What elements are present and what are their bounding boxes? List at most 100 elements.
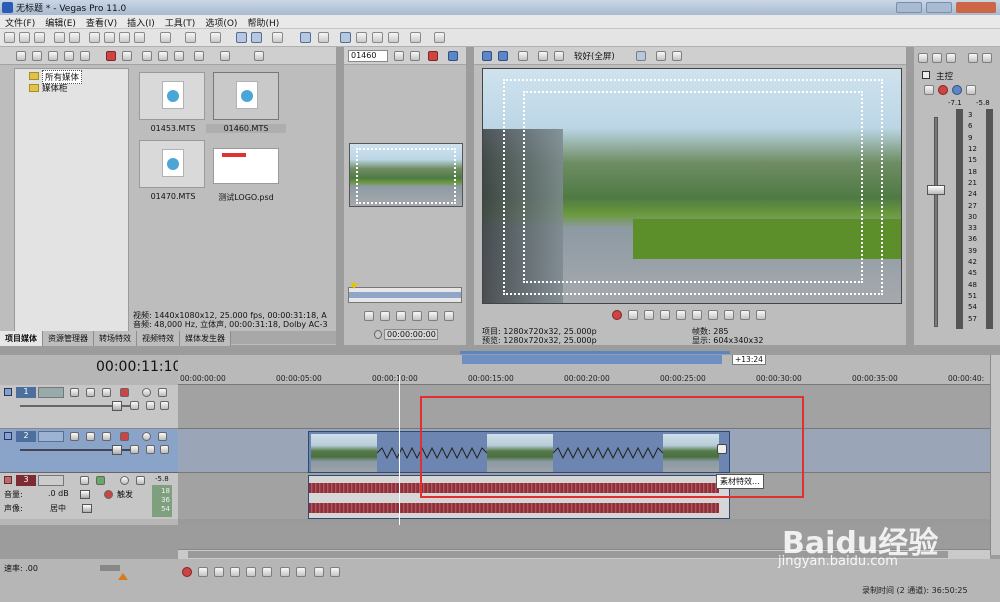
remove-icon[interactable] — [106, 51, 116, 61]
play-from-start-icon[interactable] — [644, 310, 654, 320]
track-motion-icon[interactable] — [70, 388, 79, 397]
preview-quality-dropdown[interactable]: 较好(全屏) — [574, 50, 615, 62]
vertical-scrollbar[interactable] — [990, 355, 1000, 555]
trim-out-icon[interactable] — [410, 51, 420, 61]
menu-insert[interactable]: 插入(I) — [122, 15, 160, 29]
normal-edit-tool-icon[interactable] — [340, 32, 351, 43]
mixer-icon[interactable] — [918, 53, 928, 63]
track-fx-icon[interactable] — [86, 432, 95, 441]
playhead[interactable] — [399, 375, 400, 525]
new-icon[interactable] — [4, 32, 15, 43]
save-icon[interactable] — [34, 32, 45, 43]
media-fx-icon[interactable] — [80, 51, 90, 61]
properties-small-icon[interactable] — [122, 51, 132, 61]
capture-icon[interactable] — [32, 51, 42, 61]
play-icon[interactable] — [660, 310, 670, 320]
lock-envelope-icon[interactable] — [300, 32, 311, 43]
track-collapse-icon[interactable] — [4, 476, 12, 484]
overlays-grid-icon[interactable] — [636, 51, 646, 61]
project-properties-icon[interactable] — [482, 51, 492, 61]
mute-icon[interactable] — [142, 388, 151, 397]
play-icon[interactable] — [230, 567, 240, 577]
selection-tool-icon[interactable] — [372, 32, 383, 43]
next-frame-icon[interactable] — [330, 567, 340, 577]
external-monitor-icon[interactable] — [498, 51, 508, 61]
tab-video-fx[interactable]: 视频特效 — [137, 331, 180, 346]
child-icon[interactable] — [146, 445, 155, 454]
track-header-2[interactable]: 2 — [0, 429, 178, 473]
refresh-icon[interactable] — [64, 51, 74, 61]
trimmer-timeline[interactable] — [348, 283, 462, 303]
arm-record-icon[interactable] — [96, 476, 105, 485]
stop-icon[interactable] — [262, 567, 272, 577]
clear-icon[interactable] — [428, 51, 438, 61]
tab-explorer[interactable]: 资源管理器 — [43, 331, 94, 346]
menu-tools[interactable]: 工具(T) — [160, 15, 201, 29]
master-fader-track[interactable] — [934, 117, 938, 327]
parent-icon[interactable] — [130, 445, 139, 454]
track-collapse-icon[interactable] — [4, 432, 12, 440]
play-from-start-icon[interactable] — [214, 567, 224, 577]
views-icon[interactable] — [220, 51, 230, 61]
redo-icon[interactable] — [185, 32, 196, 43]
mute-icon[interactable] — [982, 53, 992, 63]
media-thumbnail-01453[interactable] — [139, 72, 205, 120]
expand-icon[interactable] — [160, 445, 169, 454]
maximize-button[interactable] — [926, 2, 952, 13]
mute-icon[interactable] — [142, 432, 151, 441]
play-icon[interactable] — [380, 311, 390, 321]
go-to-end-icon[interactable] — [296, 567, 306, 577]
minimize-button[interactable] — [896, 2, 922, 13]
rate-slider[interactable] — [100, 565, 120, 571]
prev-frame-icon[interactable] — [314, 567, 324, 577]
ripple-icon[interactable] — [272, 32, 283, 43]
stop-icon[interactable] — [428, 311, 438, 321]
track-fx-icon[interactable] — [80, 476, 89, 485]
loop-icon[interactable] — [364, 311, 374, 321]
mute-icon[interactable] — [120, 476, 129, 485]
prev-frame-icon[interactable] — [740, 310, 750, 320]
pause-icon[interactable] — [246, 567, 256, 577]
preview-monitor-icon[interactable] — [448, 51, 458, 61]
compositing-icon[interactable] — [102, 388, 111, 397]
go-to-end-icon[interactable] — [724, 310, 734, 320]
child-icon[interactable] — [146, 401, 155, 410]
record-icon[interactable] — [612, 310, 622, 320]
fx-icon[interactable] — [410, 32, 421, 43]
channel-icon[interactable] — [554, 51, 564, 61]
loop-icon[interactable] — [198, 567, 208, 577]
solo-icon[interactable] — [158, 388, 167, 397]
help-pointer-icon[interactable] — [434, 32, 445, 43]
pause-icon[interactable] — [676, 310, 686, 320]
properties-icon[interactable] — [54, 32, 65, 43]
stop-preview-icon[interactable] — [158, 51, 168, 61]
pan-icon[interactable] — [924, 85, 934, 95]
time-ruler[interactable]: +13:24 00:00:00:00 00:00:05:00 00:00:10:… — [178, 355, 990, 385]
solo-icon[interactable] — [136, 476, 145, 485]
more-icon[interactable] — [444, 311, 454, 321]
go-to-start-icon[interactable] — [708, 310, 718, 320]
snap-icon[interactable] — [236, 32, 247, 43]
track-settings-icon[interactable] — [120, 388, 129, 397]
solo-icon[interactable] — [966, 85, 976, 95]
render-icon[interactable] — [69, 32, 80, 43]
pause-icon[interactable] — [412, 311, 422, 321]
track-name-field[interactable] — [38, 475, 64, 486]
clip-select-dropdown[interactable]: 01460 — [348, 50, 388, 62]
master-fader-handle[interactable] — [927, 185, 945, 195]
ignore-grouping-icon[interactable] — [318, 32, 329, 43]
tab-transitions[interactable]: 转场特效 — [94, 331, 137, 346]
delete-icon[interactable] — [134, 32, 145, 43]
loop-region-bar[interactable] — [460, 351, 730, 354]
copy-icon[interactable] — [104, 32, 115, 43]
loop-preview-icon[interactable] — [174, 51, 184, 61]
pan-slider-handle[interactable] — [82, 504, 92, 513]
media-thumbnail-01460[interactable] — [213, 72, 279, 120]
track-header-1[interactable]: 1 — [0, 385, 178, 429]
automation-mode[interactable]: 触发 — [117, 489, 133, 500]
auto-crossfade-icon[interactable] — [251, 32, 262, 43]
import-media-icon[interactable] — [16, 51, 26, 61]
media-thumbnail-logo[interactable] — [213, 148, 279, 184]
downmix-icon[interactable] — [968, 53, 978, 63]
mixer-settings-icon[interactable] — [932, 53, 942, 63]
